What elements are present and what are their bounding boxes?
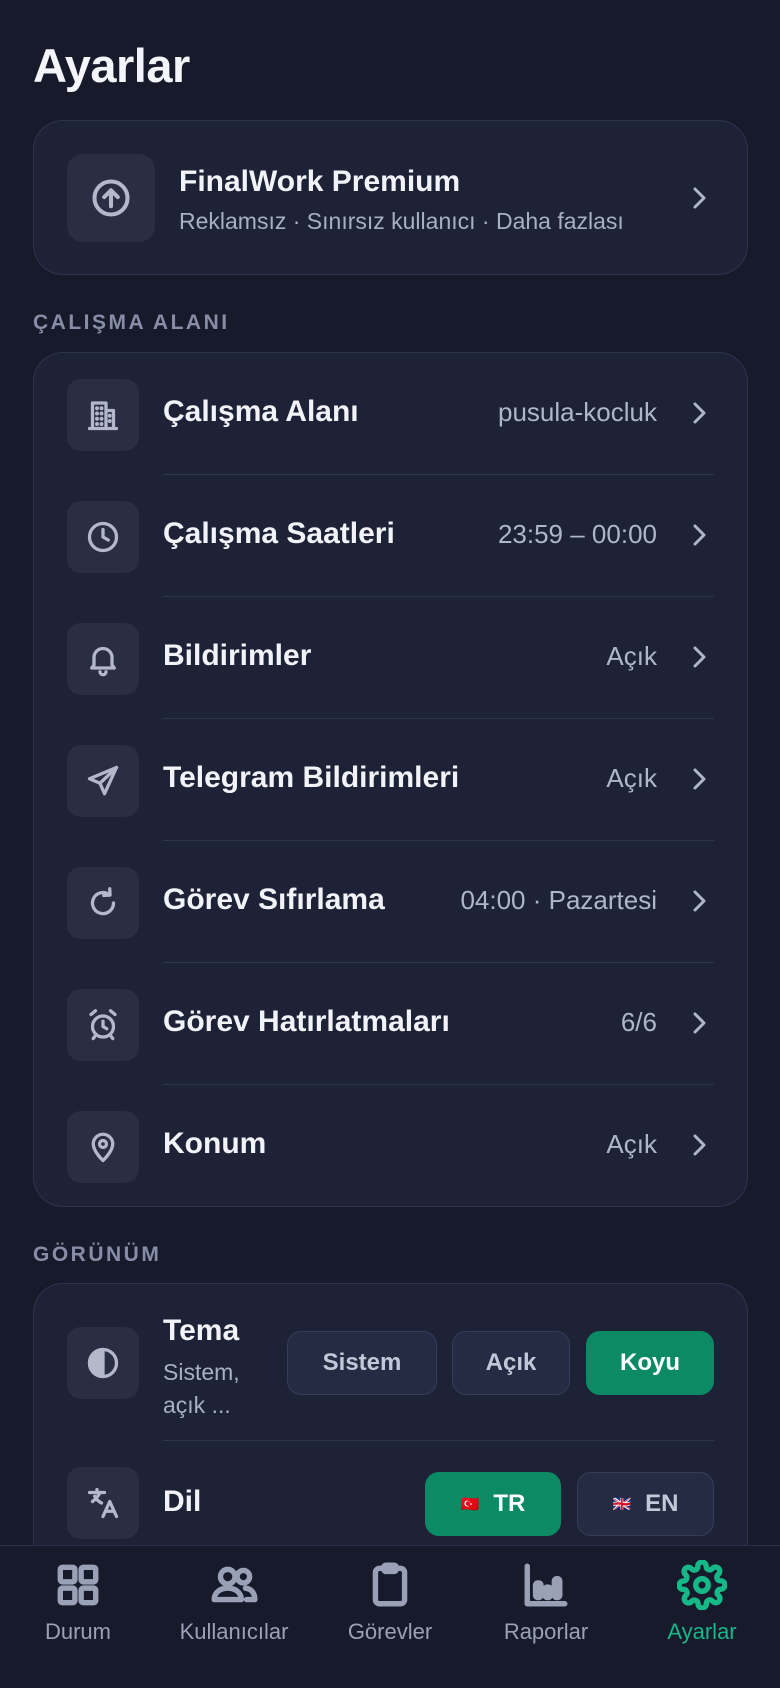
chevron-right-icon [689,1008,709,1043]
tab-gorevler[interactable]: Görevler [312,1560,468,1645]
tab-durum[interactable]: Durum [0,1560,156,1645]
chevron-right-icon [689,764,709,799]
settings-row-location[interactable]: Konum Açık [34,1085,747,1207]
settings-row-value: 23:59 – 00:00 [497,519,657,549]
settings-row-value: Açık [606,763,657,793]
settings-row-label: Çalışma Saatleri [163,517,395,550]
tab-kullanicilar[interactable]: Kullanıcılar [156,1560,312,1645]
building-icon [67,379,139,451]
chevron-right-icon [689,520,709,555]
theme-option-light[interactable]: Açık [452,1331,570,1395]
settings-row-notifications[interactable]: Bildirimler Açık [34,597,747,719]
bell-icon [67,623,139,695]
uk-flag-icon: 🇬🇧 [612,1496,632,1513]
refresh-icon [67,867,139,939]
settings-row-value: 04:00 · Pazartesi [460,885,657,915]
settings-row-label: Görev Sıfırlama [163,883,385,916]
language-code: EN [645,1490,679,1517]
section-label-workspace: ÇALIŞMA ALANI [33,311,230,334]
tab-label: Raporlar [503,1619,589,1644]
chevron-right-icon [689,398,709,433]
bottom-tab-bar: Durum Kullanıcılar Görevler Raporlar Aya… [0,1545,780,1688]
theme-option-system[interactable]: Sistem [287,1331,437,1395]
chevron-right-icon [689,642,709,677]
tab-label: Görevler [347,1619,433,1644]
grid-icon [57,1564,99,1606]
chevron-right-icon [689,183,709,218]
theme-option-dark[interactable]: Koyu [586,1331,714,1395]
settings-row-label: Telegram Bildirimleri [163,761,460,794]
tab-ayarlar[interactable]: Ayarlar [624,1559,780,1645]
translate-icon [67,1467,139,1539]
settings-row-value: 6/6 [620,1007,657,1037]
tab-label: Ayarlar [667,1619,737,1644]
arrow-up-circle-icon [67,154,155,242]
premium-subtitle: Reklamsız · Sınırsız kullanıcı · Daha fa… [179,208,624,234]
chevron-right-icon [689,886,709,921]
alarm-clock-icon [67,989,139,1061]
theme-title: Tema [163,1314,240,1347]
settings-row-value: Açık [606,641,657,671]
language-code: TR [493,1490,526,1517]
section-label-appearance: GÖRÜNÜM [33,1243,162,1266]
theme-row: Tema Sistem, açık ... Sistem Açık Koyu [34,1284,747,1441]
settings-row-telegram[interactable]: Telegram Bildirimleri Açık [34,719,747,841]
clock-icon [67,501,139,573]
turkey-flag-icon: 🇹🇷 [460,1496,480,1513]
settings-row-label: Konum [163,1127,267,1160]
language-option-tr[interactable]: 🇹🇷 TR [425,1472,561,1536]
language-option-en[interactable]: 🇬🇧 EN [577,1472,714,1536]
language-title: Dil [163,1485,202,1518]
workspace-settings-list: Çalışma Alanı pusula-kocluk Çalışma Saat… [33,352,748,1207]
premium-card[interactable]: FinalWork Premium Reklamsız · Sınırsız k… [33,120,748,275]
settings-row-working-hours[interactable]: Çalışma Saatleri 23:59 – 00:00 [34,475,747,597]
settings-row-label: Çalışma Alanı [163,395,359,428]
tab-label: Durum [44,1619,111,1644]
theme-description: Sistem, açık ... [163,1359,240,1418]
bar-chart-icon [524,1563,568,1607]
gear-icon [676,1559,728,1611]
users-icon [211,1566,258,1603]
page-title: Ayarlar [33,39,190,92]
settings-row-label: Görev Hatırlatmaları [163,1005,450,1038]
chevron-right-icon [689,1130,709,1165]
settings-row-value: Açık [606,1129,657,1159]
premium-title: FinalWork Premium [179,165,461,198]
settings-row-label: Bildirimler [163,639,312,672]
contrast-icon [67,1327,139,1399]
tab-raporlar[interactable]: Raporlar [468,1560,624,1645]
settings-row-task-reminders[interactable]: Görev Hatırlatmaları 6/6 [34,963,747,1085]
settings-row-value: pusula-kocluk [498,397,657,427]
send-icon [67,745,139,817]
clipboard-icon [372,1562,408,1607]
settings-row-workspace[interactable]: Çalışma Alanı pusula-kocluk [34,353,747,475]
map-pin-icon [67,1111,139,1183]
tab-label: Kullanıcılar [179,1619,289,1644]
settings-row-task-reset[interactable]: Görev Sıfırlama 04:00 · Pazartesi [34,841,747,963]
